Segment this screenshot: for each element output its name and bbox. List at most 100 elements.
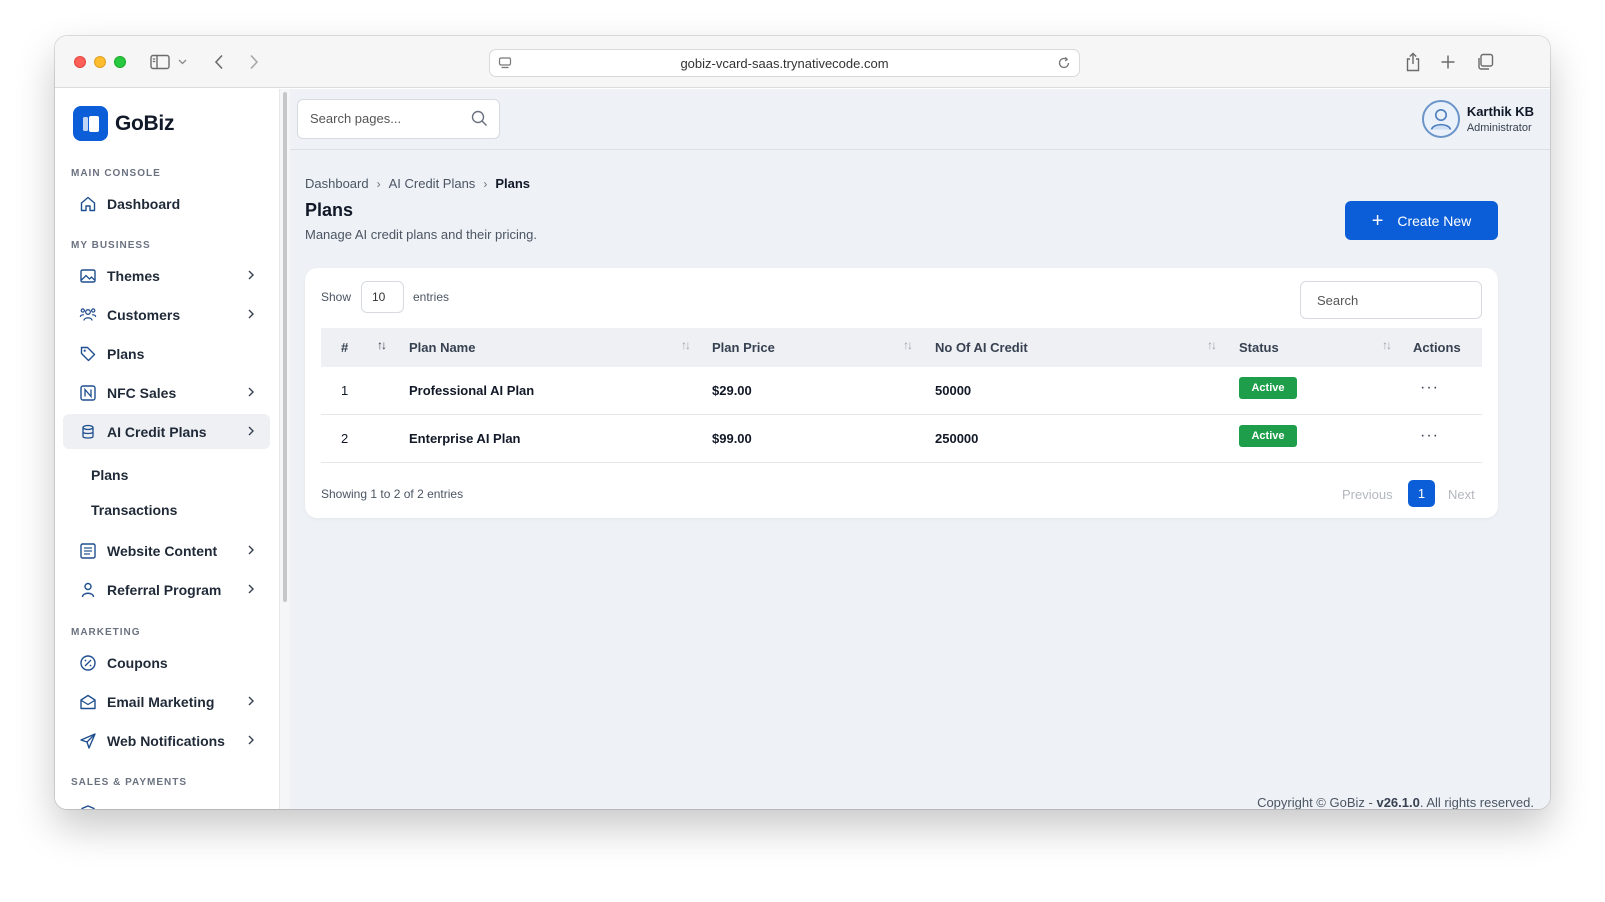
sidebar-item-email-marketing[interactable]: Email Marketing bbox=[63, 684, 270, 719]
more-actions-icon[interactable]: ··· bbox=[1420, 379, 1439, 397]
breadcrumb-current: Plans bbox=[495, 176, 530, 191]
column-header-plan-price[interactable]: Plan Price bbox=[712, 340, 775, 355]
sidebar-subitem-plans[interactable]: Plans bbox=[91, 467, 128, 483]
footer-prefix: Copyright © GoBiz - bbox=[1257, 795, 1377, 809]
main-content: Search pages... Karthik KB Administrator… bbox=[290, 89, 1550, 809]
sidebar-item-ai-credit-plans[interactable]: AI Credit Plans bbox=[63, 414, 270, 449]
zoom-window-button[interactable] bbox=[114, 56, 126, 68]
sidebar-item-referral-program[interactable]: Referral Program bbox=[63, 572, 270, 607]
sidebar: GoBiz MAIN CONSOLE Dashboard MY BUSINESS… bbox=[55, 89, 280, 809]
plus-icon: + bbox=[1371, 209, 1384, 232]
section-main-console: MAIN CONSOLE bbox=[71, 168, 161, 179]
sidebar-item-dashboard[interactable]: Dashboard bbox=[63, 186, 270, 221]
reload-icon[interactable] bbox=[1057, 56, 1071, 75]
column-header-status[interactable]: Status bbox=[1239, 340, 1279, 355]
breadcrumb-dashboard[interactable]: Dashboard bbox=[305, 176, 369, 191]
chevron-down-icon[interactable] bbox=[175, 50, 189, 74]
sort-icon[interactable]: ↑↓ bbox=[903, 338, 913, 352]
page-title: Plans bbox=[305, 200, 354, 220]
topbar: Search pages... Karthik KB Administrator bbox=[290, 89, 1550, 150]
back-icon[interactable] bbox=[207, 50, 231, 74]
user-icon bbox=[79, 581, 97, 599]
breadcrumb-ai-credit-plans[interactable]: AI Credit Plans bbox=[389, 176, 476, 191]
tab-overview-icon[interactable] bbox=[1473, 50, 1497, 74]
sidebar-item-website-content[interactable]: Website Content bbox=[63, 533, 270, 568]
browser-toolbar: gobiz-vcard-saas.trynativecode.com bbox=[55, 36, 1550, 88]
close-window-button[interactable] bbox=[74, 56, 86, 68]
column-header-ai-credit[interactable]: No Of AI Credit bbox=[935, 340, 1028, 355]
sidebar-item-label: AI Credit Plans bbox=[107, 423, 207, 440]
sidebar-item-themes[interactable]: Themes bbox=[63, 258, 270, 293]
nfc-icon bbox=[79, 384, 97, 402]
sort-icon[interactable]: ↑↓ bbox=[377, 338, 387, 352]
ai-credits: 50000 bbox=[935, 383, 972, 398]
plan-name: Professional AI Plan bbox=[409, 383, 535, 398]
section-sales-payments: SALES & PAYMENTS bbox=[71, 777, 188, 788]
browser-window: gobiz-vcard-saas.trynativecode.com GoBiz… bbox=[55, 36, 1550, 809]
search-icon[interactable] bbox=[471, 110, 488, 132]
search-pages-input[interactable]: Search pages... bbox=[297, 99, 500, 139]
home-icon bbox=[79, 195, 97, 213]
chevron-right-icon bbox=[248, 584, 254, 594]
footer-copyright: Copyright © GoBiz - v26.1.0. All rights … bbox=[1257, 795, 1534, 809]
new-tab-icon[interactable] bbox=[1436, 50, 1460, 74]
chevron-right-icon bbox=[248, 426, 254, 436]
create-new-label: Create New bbox=[1397, 212, 1472, 229]
column-header-actions: Actions bbox=[1413, 340, 1461, 355]
forward-icon[interactable] bbox=[242, 50, 266, 74]
mail-icon bbox=[79, 693, 97, 711]
show-label: Show bbox=[321, 290, 352, 304]
pagination-previous[interactable]: Previous bbox=[1342, 487, 1393, 502]
users-icon bbox=[79, 306, 97, 324]
user-menu[interactable]: Karthik KB Administrator bbox=[1421, 99, 1534, 139]
table-row: 2 Enterprise AI Plan $99.00 250000 Activ… bbox=[321, 415, 1482, 463]
discount-icon bbox=[79, 654, 97, 672]
table-search-input[interactable]: Search bbox=[1300, 281, 1482, 319]
chevron-right-icon bbox=[248, 309, 254, 319]
more-actions-icon[interactable]: ··· bbox=[1420, 427, 1439, 445]
image-icon bbox=[79, 267, 97, 285]
logo-icon bbox=[73, 106, 108, 141]
entries-label: entries bbox=[413, 290, 450, 304]
sidebar-item-partial[interactable] bbox=[63, 795, 270, 809]
user-name: Karthik KB bbox=[1466, 104, 1534, 119]
pagination-next[interactable]: Next bbox=[1448, 487, 1475, 502]
sidebar-item-coupons[interactable]: Coupons bbox=[63, 645, 270, 680]
chevron-right-icon bbox=[248, 735, 254, 745]
share-icon[interactable] bbox=[1401, 50, 1425, 74]
coins-icon bbox=[79, 423, 97, 441]
sidebar-item-plans[interactable]: Plans bbox=[63, 336, 270, 371]
sidebar-subitem-transactions[interactable]: Transactions bbox=[91, 502, 177, 518]
sidebar-item-customers[interactable]: Customers bbox=[63, 297, 270, 332]
sort-icon[interactable]: ↑↓ bbox=[1382, 338, 1392, 352]
minimize-window-button[interactable] bbox=[94, 56, 106, 68]
breadcrumb-separator-icon: › bbox=[376, 176, 381, 191]
page-subtitle: Manage AI credit plans and their pricing… bbox=[305, 227, 537, 242]
column-header-plan-name[interactable]: Plan Name bbox=[409, 340, 475, 355]
sort-icon[interactable]: ↑↓ bbox=[1207, 338, 1217, 352]
plan-name: Enterprise AI Plan bbox=[409, 431, 521, 446]
section-my-business: MY BUSINESS bbox=[71, 240, 151, 251]
table-row: 1 Professional AI Plan $29.00 50000 Acti… bbox=[321, 367, 1482, 415]
sidebar-scrollbar-thumb[interactable] bbox=[283, 92, 287, 602]
page-size-select[interactable]: 10 bbox=[361, 281, 404, 313]
chevron-right-icon bbox=[248, 545, 254, 555]
logo[interactable]: GoBiz bbox=[73, 106, 174, 141]
plan-price: $99.00 bbox=[712, 431, 752, 446]
plans-table-card: Show 10 entries Search # ↑↓ Plan Name ↑↓… bbox=[305, 268, 1498, 518]
sort-icon[interactable]: ↑↓ bbox=[681, 338, 691, 352]
sidebar-item-label: Email Marketing bbox=[107, 693, 215, 710]
column-header-number[interactable]: # bbox=[341, 340, 348, 355]
sidebar-item-nfc-sales[interactable]: NFC Sales bbox=[63, 375, 270, 410]
sidebar-item-label: Dashboard bbox=[107, 195, 181, 212]
sidebar-item-label: Web Notifications bbox=[107, 732, 225, 749]
sidebar-item-web-notifications[interactable]: Web Notifications bbox=[63, 723, 270, 758]
pagination-page-1[interactable]: 1 bbox=[1408, 480, 1435, 507]
row-number: 1 bbox=[341, 383, 349, 398]
status-badge: Active bbox=[1239, 377, 1297, 399]
sidebar-toggle-icon[interactable] bbox=[148, 50, 172, 74]
sidebar-item-label: NFC Sales bbox=[107, 384, 177, 401]
address-bar[interactable]: gobiz-vcard-saas.trynativecode.com bbox=[489, 49, 1080, 77]
create-new-button[interactable]: + Create New bbox=[1345, 201, 1498, 240]
sidebar-item-label: Themes bbox=[107, 267, 160, 284]
